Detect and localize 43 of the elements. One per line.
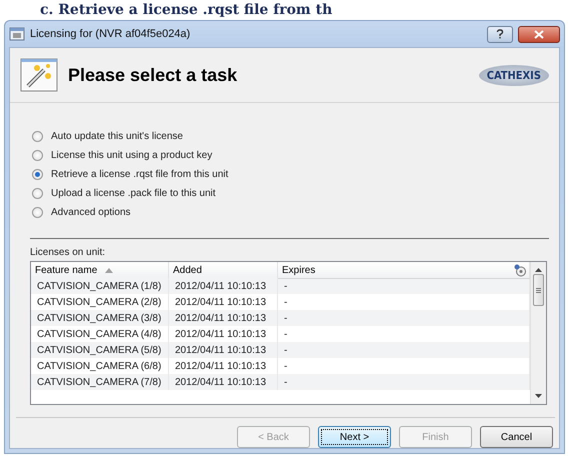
close-icon [534, 30, 544, 38]
table-cell: CATVISION_CAMERA (3/8) [31, 310, 169, 326]
help-icon [496, 29, 504, 39]
app-icon [9, 27, 25, 41]
wizard-button[interactable]: Cancel [480, 426, 553, 448]
licenses-label: Licenses on unit: [30, 247, 106, 258]
radio-button[interactable] [32, 131, 43, 142]
table-cell: CATVISION_CAMERA (7/8) [31, 374, 169, 390]
radio-option[interactable]: License this unit using a product key [32, 150, 212, 161]
page-title: Please select a task [68, 64, 238, 86]
column-settings-icon[interactable] [514, 264, 527, 277]
radio-option[interactable]: Auto update this unit's license [32, 131, 183, 142]
column-header[interactable]: Feature name [31, 262, 169, 279]
scrollbar[interactable] [530, 262, 546, 404]
wizard-button[interactable]: Next > [318, 426, 391, 448]
company-logo: CATHEXIS [478, 64, 549, 86]
table-cell: 2012/04/11 10:10:13 [169, 342, 278, 358]
radio-button[interactable] [32, 150, 43, 161]
table-cell: 2012/04/11 10:10:13 [169, 278, 278, 294]
close-button[interactable] [518, 26, 560, 42]
page-heading: c. Retrieve a license .rqst file from th [39, 1, 334, 20]
table-cell: - [278, 374, 530, 390]
table-cell: 2012/04/11 10:10:13 [169, 310, 278, 326]
scroll-up-icon[interactable] [535, 268, 542, 272]
column-header[interactable]: Added [169, 262, 278, 279]
column-header[interactable]: Expires [278, 262, 530, 279]
radio-button[interactable] [32, 169, 43, 180]
window-title: Licensing for (NVR af04f5e024a) [30, 28, 192, 40]
scroll-down-icon[interactable] [535, 394, 542, 398]
scroll-thumb[interactable] [533, 274, 544, 306]
table-cell: - [278, 278, 530, 294]
table-cell: - [278, 310, 530, 326]
radio-option[interactable]: Advanced options [32, 207, 131, 218]
radio-button[interactable] [32, 188, 43, 199]
radio-button[interactable] [32, 207, 43, 218]
wizard-wand-icon [20, 58, 58, 92]
help-button[interactable] [487, 26, 513, 42]
table-cell: - [278, 342, 530, 358]
table-cell: 2012/04/11 10:10:13 [169, 374, 278, 390]
table-cell: CATVISION_CAMERA (5/8) [31, 342, 169, 358]
table-cell: CATVISION_CAMERA (1/8) [31, 278, 169, 294]
radio-option[interactable]: Retrieve a license .rqst file from this unit [32, 169, 228, 180]
radio-option[interactable]: Upload a license .pack file to this unit [32, 188, 216, 199]
